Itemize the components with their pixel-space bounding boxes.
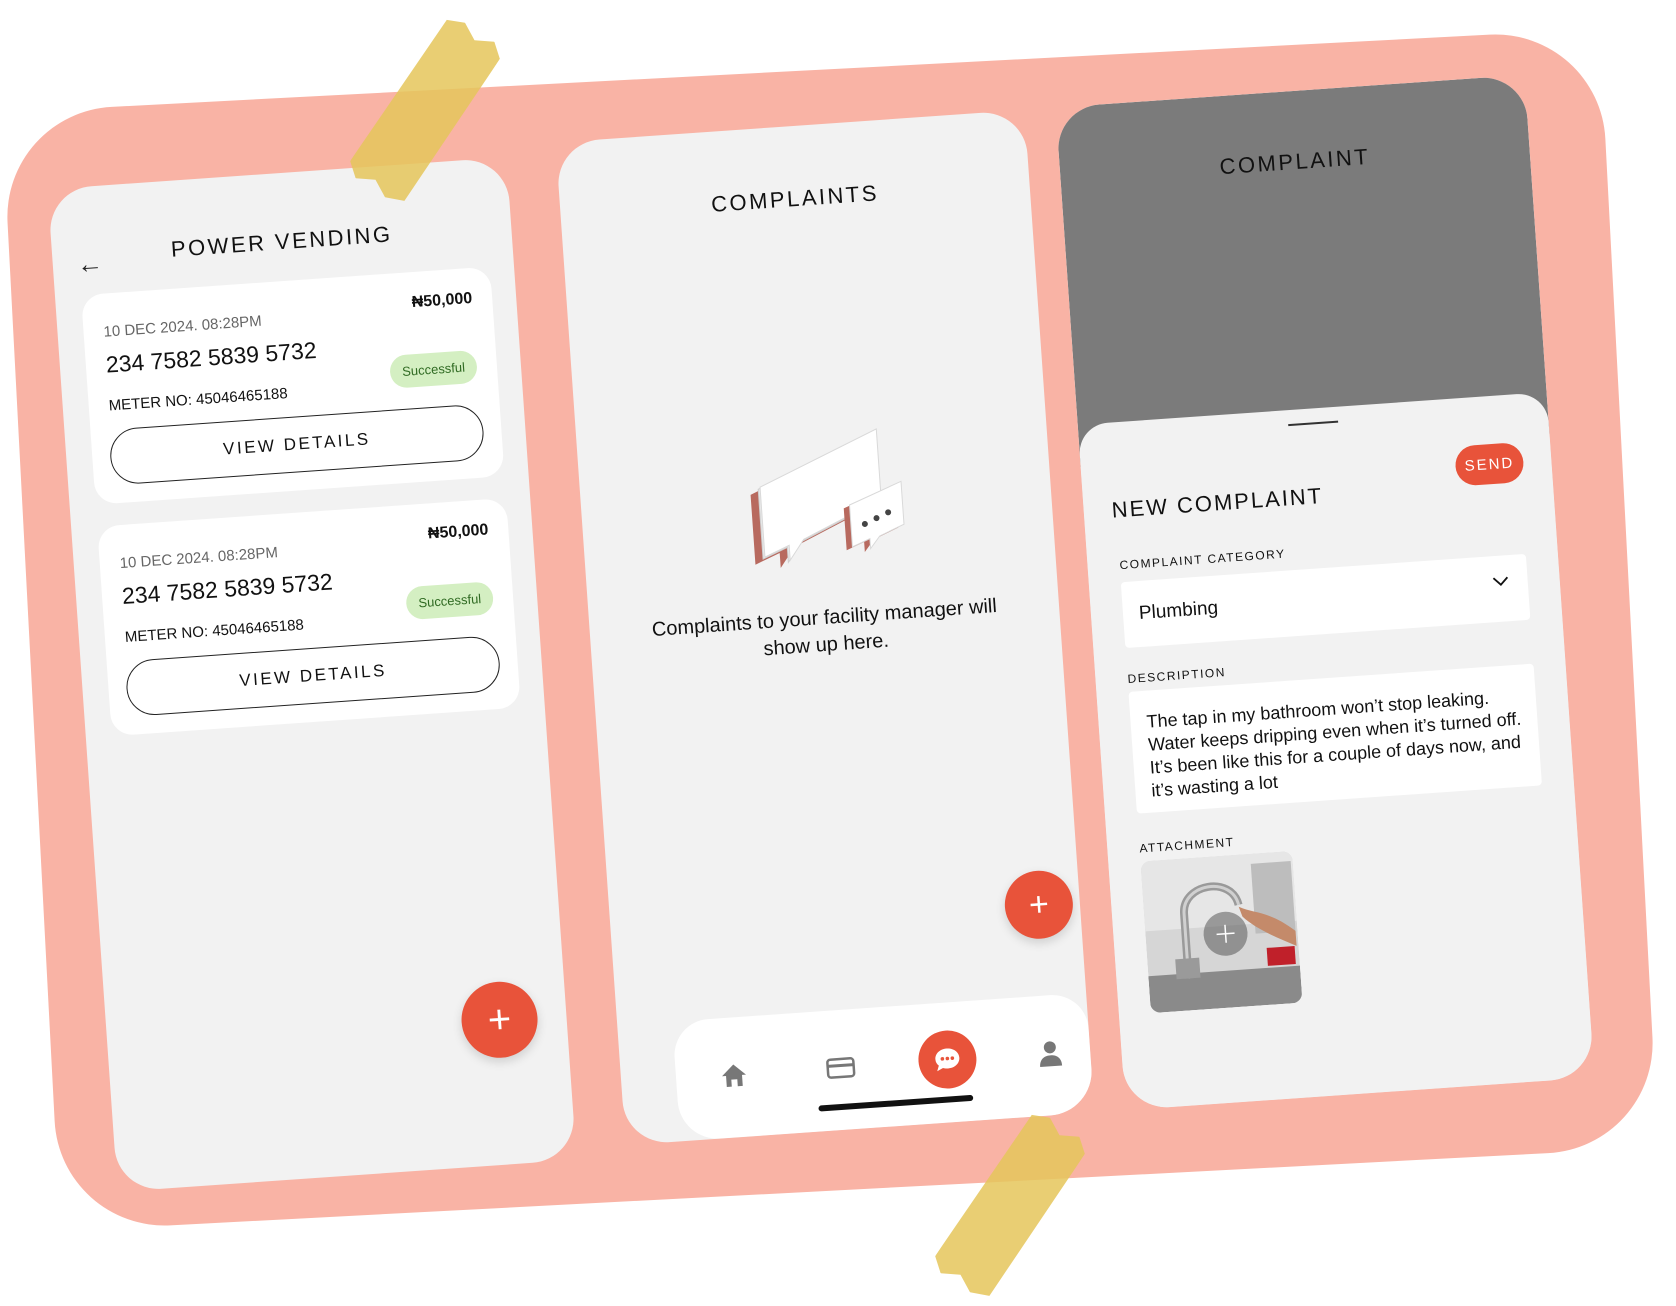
transaction-card: 10 DEC 2024. 08:28PM ₦50,000 234 7582 58… bbox=[97, 498, 521, 737]
sheet-grabber[interactable] bbox=[1288, 420, 1339, 427]
home-icon[interactable] bbox=[713, 1054, 756, 1097]
home-indicator bbox=[818, 1094, 974, 1112]
add-fab-button[interactable]: + bbox=[458, 979, 541, 1061]
transaction-number: 234 7582 5839 5732 bbox=[104, 336, 318, 378]
power-vending-screen: ← POWER VENDING 10 DEC 2024. 08:28PM ₦50… bbox=[47, 157, 577, 1192]
category-select[interactable]: Plumbing bbox=[1120, 553, 1531, 649]
category-value: Plumbing bbox=[1138, 597, 1219, 624]
card-icon[interactable] bbox=[819, 1047, 862, 1090]
chat-icon[interactable] bbox=[916, 1028, 979, 1091]
sheet-title: NEW COMPLAINT bbox=[1110, 482, 1324, 523]
attachment-label: ATTACHMENT bbox=[1138, 834, 1235, 856]
person-icon[interactable] bbox=[1029, 1032, 1072, 1075]
empty-state-text: Complaints to your facility manager will… bbox=[651, 594, 998, 661]
transaction-amount: ₦50,000 bbox=[427, 521, 489, 543]
page-title: COMPLAINTS bbox=[710, 180, 880, 217]
status-badge: Successful bbox=[389, 349, 479, 389]
add-complaint-button[interactable]: + bbox=[1002, 868, 1076, 942]
transaction-date: 10 DEC 2024. 08:28PM bbox=[119, 544, 279, 573]
transaction-amount: ₦50,000 bbox=[411, 289, 473, 312]
page-title: POWER VENDING bbox=[170, 221, 394, 262]
transaction-card: 10 DEC 2024. 08:28PM ₦50,000 234 7582 58… bbox=[80, 266, 505, 505]
category-label: COMPLAINT CATEGORY bbox=[1119, 546, 1287, 573]
meter-number: METER NO: 45046465188 bbox=[108, 385, 289, 415]
complaints-screen: COMPLAINTS Complaints to your facility m… bbox=[555, 109, 1095, 1146]
attachment-thumbnail[interactable] bbox=[1140, 850, 1303, 1014]
complaint-screen: COMPLAINT NEW COMPLAINT SEND COMPLAINT C… bbox=[1055, 74, 1595, 1111]
description-textarea[interactable]: The tap in my bathroom won’t stop leakin… bbox=[1128, 663, 1542, 814]
view-details-button[interactable]: VIEW DETAILS bbox=[124, 634, 502, 717]
transaction-number: 234 7582 5839 5732 bbox=[121, 568, 334, 610]
speech-bubbles-illustration bbox=[750, 428, 905, 568]
description-label: DESCRIPTION bbox=[1127, 665, 1227, 686]
new-complaint-sheet: NEW COMPLAINT SEND COMPLAINT CATEGORY Pl… bbox=[1077, 392, 1595, 1111]
meter-number: METER NO: 45046465188 bbox=[124, 616, 305, 646]
chevron-down-icon bbox=[1491, 571, 1510, 593]
description-value: The tap in my bathroom won’t stop leakin… bbox=[1145, 687, 1522, 801]
view-details-button[interactable]: VIEW DETAILS bbox=[108, 403, 486, 486]
send-button[interactable]: SEND bbox=[1454, 441, 1525, 487]
transaction-date: 10 DEC 2024. 08:28PM bbox=[103, 312, 263, 341]
status-badge: Successful bbox=[405, 581, 495, 621]
